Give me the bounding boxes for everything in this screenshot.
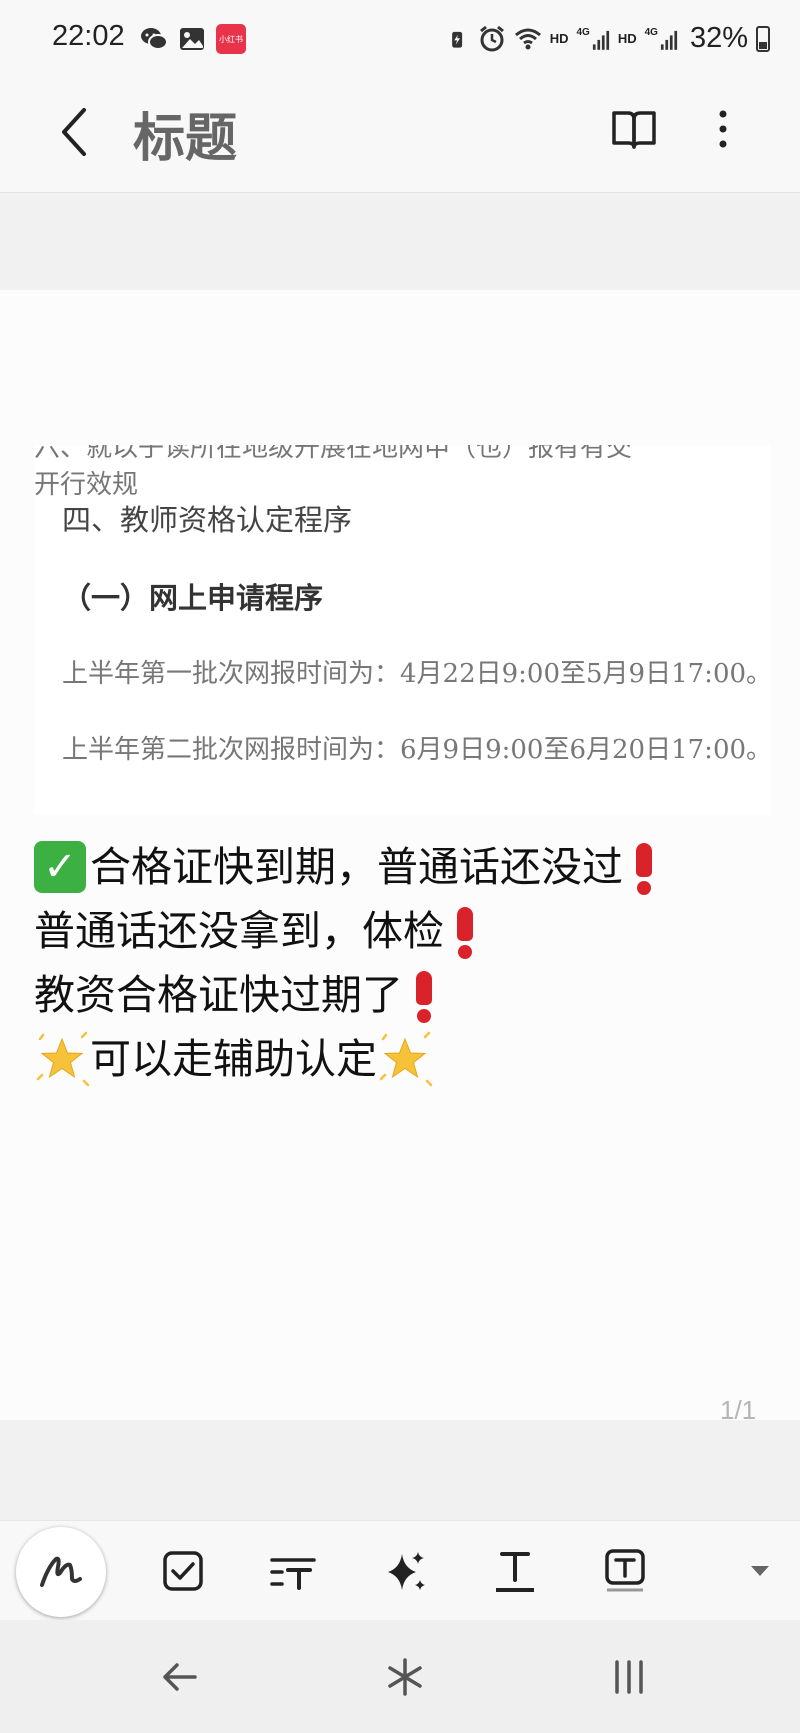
wechat-icon [141, 28, 168, 50]
network-type-1: 4G [576, 27, 590, 38]
status-bar: 22:02 小红书 HD 4G HD 4G 32% [0, 0, 800, 80]
note-line-4: 可以走辅助认定 [34, 1027, 774, 1091]
doc-paragraph-1: 上半年第一批次网报时间为：4月22日9:00至5月9日17:00。 [62, 659, 770, 689]
open-book-icon[interactable] [610, 105, 658, 153]
battery-icon [756, 25, 770, 52]
note-line-1: ✓ 合格证快到期，普通话还没过 [34, 835, 774, 899]
note-line-2-text: 普通话还没拿到，体检 [34, 907, 444, 955]
status-time: 22:02 [52, 20, 125, 52]
signal-icon-1 [592, 30, 609, 50]
note-line-4-text: 可以走辅助认定 [90, 1035, 377, 1083]
glowing-star-icon [36, 1031, 90, 1087]
nav-back-icon[interactable] [155, 1652, 205, 1702]
gallery-icon [180, 28, 204, 50]
system-nav-bar [0, 1620, 800, 1733]
hd-label-1: HD [549, 31, 569, 46]
exclamation-icon [633, 841, 655, 895]
ai-sparkle-icon[interactable] [380, 1546, 430, 1596]
note-line-3-text: 教资合格证快过期了 [34, 971, 403, 1019]
page-indicator: 1/1 [720, 1395, 757, 1425]
text-format-icon[interactable] [490, 1546, 540, 1596]
note-page[interactable]: 六、就以子读所在地级开展在地网申（也）报有有交开行效规 四、教师资格认定程序 （… [0, 290, 800, 1420]
back-arrow-icon[interactable] [52, 102, 104, 162]
page-title[interactable]: 标题 [133, 96, 237, 171]
more-vertical-icon[interactable] [705, 105, 741, 153]
nav-home-icon[interactable] [380, 1652, 430, 1702]
note-line-2: 普通话还没拿到，体检 [34, 899, 774, 963]
doc-heading: 四、教师资格认定程序 [62, 503, 353, 537]
hd-label-2: HD [617, 31, 637, 46]
exclamation-icon [413, 969, 435, 1023]
check-mark-icon: ✓ [34, 841, 86, 893]
exclamation-icon [454, 905, 476, 959]
wifi-icon [514, 28, 541, 49]
battery-saver-icon [451, 31, 462, 48]
pen-tool-button[interactable] [16, 1527, 106, 1617]
notification-icons: 小红书 [140, 24, 246, 54]
signal-icon-2 [660, 30, 678, 50]
nav-recents-icon[interactable] [604, 1652, 654, 1702]
text-style-icon[interactable] [268, 1546, 318, 1596]
app-bar: 标题 [0, 80, 800, 193]
handwriting-icon [40, 1556, 82, 1587]
doc-paragraph-2: 上半年第二批次网报时间为：6月9日9:00至6月20日17:00。 [62, 735, 770, 765]
system-indicators: HD 4G HD 4G 32% [450, 22, 770, 55]
note-line-1-text: 合格证快到期，普通话还没过 [90, 843, 623, 891]
xiaohongshu-icon: 小红书 [216, 24, 246, 54]
text-box-icon[interactable] [600, 1546, 650, 1596]
document-screenshot[interactable]: 六、就以子读所在地级开展在地网申（也）报有有交开行效规 四、教师资格认定程序 （… [34, 445, 770, 815]
alarm-icon [479, 25, 504, 51]
network-type-2: 4G [644, 27, 658, 38]
doc-subheading: （一）网上申请程序 [62, 581, 324, 615]
note-line-3: 教资合格证快过期了 [34, 963, 774, 1027]
doc-cut-line: 六、就以子读所在地级开展在地网申（也）报有有交开行效规 [34, 445, 633, 500]
note-body[interactable]: ✓ 合格证快到期，普通话还没过 普通话还没拿到，体检 教资合格证快过期了 可以走… [34, 835, 774, 1091]
glowing-star-icon [379, 1031, 433, 1087]
editor-toolbar [0, 1520, 800, 1621]
battery-percent: 32% [689, 22, 748, 54]
chevron-down-icon[interactable] [740, 1546, 780, 1596]
checkbox-icon[interactable] [158, 1546, 208, 1596]
